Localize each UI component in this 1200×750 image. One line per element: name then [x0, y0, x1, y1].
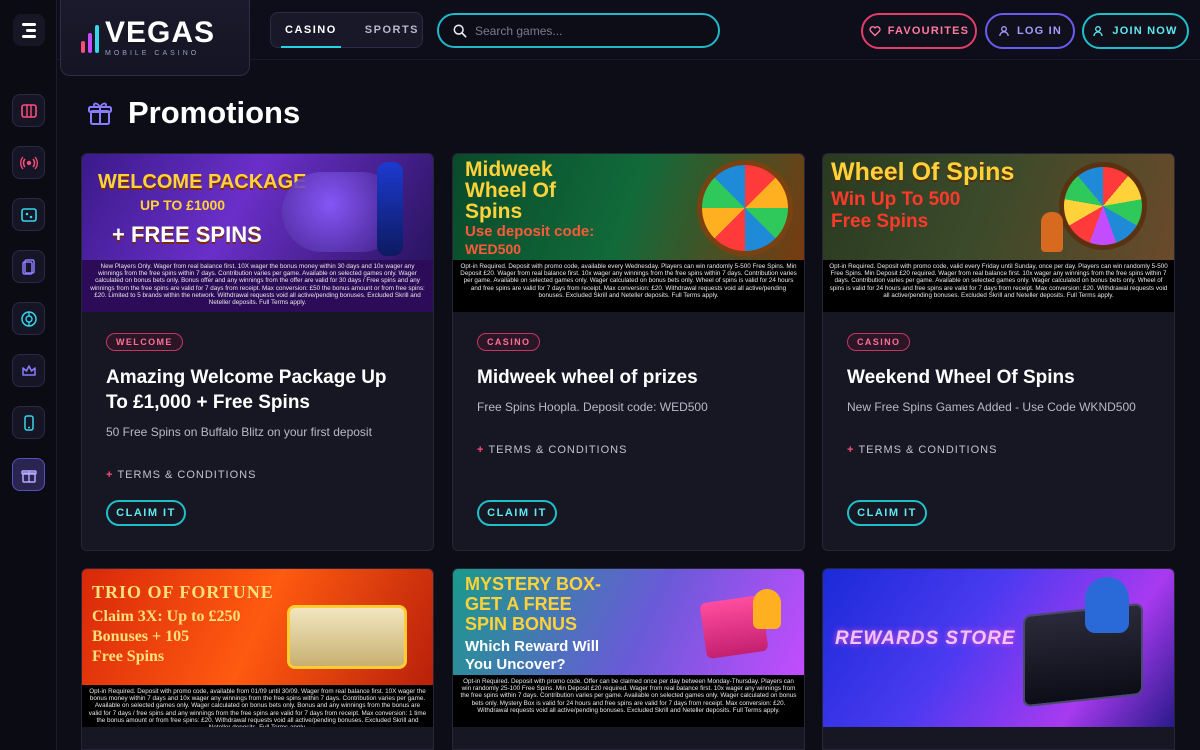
live-casino-icon[interactable]: [12, 146, 45, 179]
promo-title: Amazing Welcome Package Up To £1,000 + F…: [106, 367, 387, 413]
promo-description: 50 Free Spins on Buffalo Blitz on your f…: [106, 425, 372, 439]
promo-card-midweek: Midweek Wheel Of Spins Use deposit code:…: [452, 153, 805, 551]
login-label: LOG IN: [1016, 25, 1063, 37]
character-illustration: [377, 162, 403, 256]
promo-banner[interactable]: MYSTERY BOX- GET A FREE SPIN BONUS Which…: [453, 569, 804, 727]
user-plus-icon: [1093, 26, 1104, 37]
logo-main-text: VEGAS: [105, 16, 216, 49]
slots-icon[interactable]: [12, 94, 45, 127]
promo-card-rewards-store: REWARDS STORE: [822, 568, 1175, 750]
mobile-icon[interactable]: [12, 406, 45, 439]
banner-line: Which Reward Will: [465, 638, 600, 655]
category-badge: CASINO: [847, 333, 911, 351]
promotions-gift-icon[interactable]: [12, 458, 45, 491]
promo-card-mystery-box: MYSTERY BOX- GET A FREE SPIN BONUS Which…: [452, 568, 805, 750]
favourites-button[interactable]: FAVOURITES: [861, 13, 977, 49]
banner-line: Bonuses + 105: [92, 628, 190, 645]
banner-line: UP TO £1000: [140, 197, 226, 213]
banner-line: You Uncover?: [465, 656, 566, 673]
user-icon: [999, 26, 1009, 37]
join-now-button[interactable]: JOIN NOW: [1082, 13, 1189, 49]
fox-illustration: [1041, 212, 1063, 252]
promo-banner[interactable]: Midweek Wheel Of Spins Use deposit code:…: [453, 154, 804, 312]
join-now-label: JOIN NOW: [1112, 25, 1178, 37]
favourites-label: FAVOURITES: [887, 25, 970, 37]
promo-title: Weekend Wheel Of Spins: [847, 367, 1075, 388]
tab-casino[interactable]: CASINO: [271, 12, 351, 48]
banner-line: + FREE SPINS: [112, 222, 262, 247]
claim-button[interactable]: CLAIM IT: [106, 500, 186, 526]
promo-card-weekend: Wheel Of Spins Win Up To 500 Free Spins …: [822, 153, 1175, 551]
logo-bars-icon: [81, 23, 99, 53]
banner-line: MYSTERY BOX-: [465, 574, 602, 594]
login-button[interactable]: LOG IN: [985, 13, 1075, 49]
search-icon[interactable]: [453, 24, 467, 38]
category-badge: WELCOME: [106, 333, 183, 351]
banner-line: Free Spins: [92, 648, 165, 665]
banner-line: TRIO OF FORTUNE: [92, 582, 274, 602]
promo-banner[interactable]: Wheel Of Spins Win Up To 500 Free Spins …: [823, 154, 1174, 312]
banner-line: Claim 3X: Up to £250: [92, 608, 241, 625]
promo-banner[interactable]: WELCOME PACKAGE UP TO £1000 + FREE SPINS…: [82, 154, 433, 312]
search-input[interactable]: [475, 23, 695, 38]
banner-line: SPIN BONUS: [465, 614, 578, 634]
question-mark-illustration: [753, 589, 781, 629]
terms-label: TERMS & CONDITIONS: [858, 444, 998, 456]
banner-line: Free Spins: [831, 211, 929, 232]
slot-reels-illustration: [287, 605, 407, 669]
terms-toggle[interactable]: + TERMS & CONDITIONS: [106, 469, 256, 481]
banner-line: Win Up To 500: [831, 189, 961, 210]
claim-button[interactable]: CLAIM IT: [847, 500, 927, 526]
logo[interactable]: VEGAS MOBILE CASINO: [60, 0, 250, 76]
promo-title: Midweek wheel of prizes: [477, 367, 698, 388]
banner-line: Wheel Of Spins: [831, 158, 1015, 186]
terms-toggle[interactable]: + TERMS & CONDITIONS: [847, 444, 997, 456]
banner-terms: Opt-in Required. Deposit with promo code…: [453, 260, 804, 312]
banner-line: WELCOME PACKAGE: [98, 171, 307, 193]
banner-line: REWARDS STORE: [835, 628, 1016, 649]
tab-sports[interactable]: SPORTS: [351, 12, 433, 48]
banner-terms: Opt-in Required. Deposit with promo code…: [823, 260, 1174, 312]
banner-line: Wheel Of: [465, 179, 557, 202]
page-heading: Promotions: [86, 95, 300, 131]
roulette-icon[interactable]: [12, 302, 45, 335]
crown-icon[interactable]: [12, 354, 45, 387]
genie-illustration: [1085, 577, 1129, 633]
terms-label: TERMS & CONDITIONS: [117, 469, 257, 481]
heart-icon: [869, 26, 881, 37]
menu-icon[interactable]: [13, 14, 45, 46]
sidebar: [0, 0, 57, 750]
prize-wheel-illustration: [1059, 162, 1147, 250]
banner-terms: New Players Only. Wager from real balanc…: [82, 260, 433, 312]
promo-description: Free Spins Hoopla. Deposit code: WED500: [477, 400, 708, 414]
cards-icon[interactable]: [12, 250, 45, 283]
promo-banner[interactable]: REWARDS STORE: [823, 569, 1174, 727]
banner-line: WED500: [465, 241, 522, 257]
banner-terms: Opt-in Required. Deposit with promo code…: [453, 675, 804, 727]
page-title: Promotions: [128, 95, 301, 130]
claim-button[interactable]: CLAIM IT: [477, 500, 557, 526]
terms-toggle[interactable]: + TERMS & CONDITIONS: [477, 444, 627, 456]
logo-sub-text: MOBILE CASINO: [105, 50, 200, 57]
banner-terms: Opt-in Required. Deposit with promo code…: [82, 685, 433, 727]
category-badge: CASINO: [477, 333, 541, 351]
promo-banner[interactable]: TRIO OF FORTUNE Claim 3X: Up to £250 Bon…: [82, 569, 433, 727]
terms-label: TERMS & CONDITIONS: [488, 444, 628, 456]
prize-wheel-illustration: [697, 160, 793, 256]
promo-card-welcome: WELCOME PACKAGE UP TO £1000 + FREE SPINS…: [81, 153, 434, 551]
banner-line: Midweek: [465, 158, 553, 181]
product-tabs: CASINO SPORTS: [270, 12, 423, 48]
promo-card-trio: TRIO OF FORTUNE Claim 3X: Up to £250 Bon…: [81, 568, 434, 750]
gift-icon: [88, 102, 112, 125]
banner-line: GET A FREE: [465, 594, 572, 614]
promo-description: New Free Spins Games Added - Use Code WK…: [847, 400, 1136, 414]
banner-line: Use deposit code:: [465, 223, 595, 240]
table-games-icon[interactable]: [12, 198, 45, 231]
search-bar: [437, 13, 720, 48]
banner-line: Spins: [465, 200, 523, 223]
